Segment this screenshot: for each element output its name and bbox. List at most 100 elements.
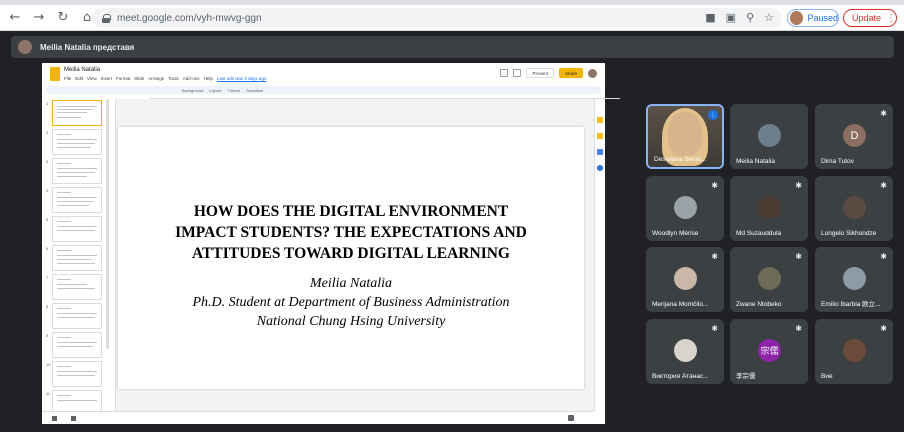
participant-avatar — [758, 267, 781, 290]
participant-tile[interactable]: ✱ Md Suzauddula — [730, 176, 808, 241]
view-controls — [42, 411, 116, 424]
profile-paused-button[interactable]: Paused — [787, 9, 839, 27]
slide-filmstrip: 1 2 3 4 5 6 7 8 9 10 11 — [42, 99, 106, 411]
comment-icon — [500, 69, 509, 77]
filmstrip-scrollbar — [106, 99, 109, 349]
menu-view: View — [87, 76, 97, 81]
address-bar[interactable]: meet.google.com/vyh-mwvg-ggn ■ ▣ ⚲ ☆ — [92, 8, 782, 28]
participant-tile[interactable]: ✱ Woodlyn Mérise — [646, 176, 724, 241]
participant-tile[interactable]: ✱ Merijana Momčilo... — [646, 247, 724, 312]
mic-off-icon: ✱ — [880, 324, 887, 333]
slide-canvas: HOW DOES THE DIGITAL ENVIRONMENT IMPACT … — [116, 99, 594, 411]
filmstrip-view-icon — [71, 415, 76, 421]
slide-author-block: Meilia Natalia Ph.D. Student at Departme… — [118, 274, 584, 331]
presenter-avatar — [18, 40, 32, 54]
participant-tile[interactable]: ✱ Lungelo Sikhondze — [815, 176, 893, 241]
presenting-banner: Meilia Natalia представя — [11, 36, 894, 58]
participant-name: Dima Tutov — [821, 158, 854, 165]
calendar-icon — [597, 149, 603, 155]
participant-tile[interactable]: ✱ Виктория Атанас... — [646, 319, 724, 384]
participant-tile[interactable]: ✱ Emilio Ibarbia 欧立... — [815, 247, 893, 312]
last-edit-link: Last edit was 2 days ago — [216, 76, 267, 81]
author-affiliation: Ph.D. Student at Department of Business … — [192, 295, 510, 310]
back-arrow-icon[interactable]: ← — [6, 9, 24, 27]
meet-icon — [513, 69, 522, 77]
toolbar-theme: Theme — [227, 87, 240, 93]
participant-tile[interactable]: ✱ 宗儒 李宗儒 — [730, 319, 808, 384]
thumbnail-row: 7 — [42, 273, 106, 301]
participant-name: Woodlyn Mérise — [652, 230, 699, 237]
participant-avatar — [674, 196, 697, 219]
slide-thumbnail — [52, 390, 102, 411]
participant-tile[interactable]: ⋮ Desislava Serafi... — [646, 104, 724, 169]
toolbar-transition: Transition — [245, 87, 264, 93]
thumbnail-row: 11 — [42, 389, 106, 411]
menu-tools: Tools — [168, 76, 179, 81]
present-button: Present — [526, 68, 554, 78]
contacts-icon — [597, 165, 603, 171]
menu-addons: Add-ons — [182, 76, 200, 81]
menu-help: Help — [203, 76, 213, 81]
reload-icon[interactable]: ↻ — [54, 9, 72, 27]
participant-avatar — [758, 124, 781, 147]
mic-off-icon: ✱ — [880, 252, 887, 261]
slide-thumbnail — [52, 100, 102, 126]
camera-icon[interactable]: ■ — [705, 11, 715, 24]
zoom-icon[interactable]: ⚲ — [746, 11, 754, 24]
thumbnail-row: 10 — [42, 360, 106, 388]
bookmark-star-icon[interactable]: ☆ — [764, 11, 774, 24]
slide-thumbnail — [52, 129, 102, 155]
thumbnail-row: 2 — [42, 128, 106, 156]
translate-icon[interactable]: ▣ — [726, 11, 736, 24]
participant-tile[interactable]: ✱ Zwane Ntobeko — [730, 247, 808, 312]
forward-arrow-icon[interactable]: → — [30, 9, 48, 27]
slide-thumbnail — [52, 361, 102, 387]
author-university: National Chung Hsing University — [256, 314, 446, 329]
participant-avatar — [843, 196, 866, 219]
side-panel-rail — [594, 99, 605, 411]
toolbar-layout: Layout — [209, 87, 222, 93]
lock-icon[interactable] — [102, 13, 111, 23]
update-button[interactable]: Update ⋮ — [843, 9, 897, 27]
mic-off-icon: ✱ — [711, 324, 718, 333]
author-name: Meilia Natalia — [309, 276, 393, 291]
mic-off-icon: ✱ — [795, 324, 802, 333]
menu-edit: Edit — [75, 76, 84, 81]
participant-name: Zwane Ntobeko — [736, 301, 782, 308]
share-button: Share — [558, 68, 583, 78]
participant-avatar: D — [843, 124, 866, 147]
participant-tile[interactable]: ✱ Вие — [815, 319, 893, 384]
thumbnail-row: 1 — [42, 99, 106, 127]
speaking-indicator-icon: ⋮ — [708, 110, 718, 120]
participant-name: Meilia Natalia — [736, 158, 776, 165]
mic-off-icon: ✱ — [795, 181, 802, 190]
profile-status: Paused — [807, 13, 838, 23]
participant-avatar: 宗儒 — [758, 339, 781, 362]
url-text[interactable]: meet.google.com/vyh-mwvg-ggn — [117, 13, 262, 24]
grid-view-icon — [52, 415, 57, 421]
slide-thumbnail — [52, 245, 102, 271]
menu-slide: Slide — [134, 76, 145, 81]
thumbnail-row: 6 — [42, 244, 106, 272]
participant-name: Вие — [821, 373, 833, 380]
slide-thumbnail — [52, 303, 102, 329]
participant-name: Md Suzauddula — [736, 230, 782, 237]
slides-header: Meilia Natalia File Edit View Insert For… — [42, 63, 605, 86]
presenting-label: Meilia Natalia представя — [40, 42, 135, 52]
participant-tile[interactable]: ✱ D Dima Tutov — [815, 104, 893, 169]
participant-tile[interactable]: Meilia Natalia — [730, 104, 808, 169]
participant-avatar — [843, 267, 866, 290]
mic-off-icon: ✱ — [880, 109, 887, 118]
shared-screen: Meilia Natalia File Edit View Insert For… — [42, 63, 620, 424]
participant-name: 李宗儒 — [736, 373, 756, 380]
toolbar-background: Background — [182, 87, 204, 93]
participant-avatar — [674, 267, 697, 290]
tasks-icon — [597, 133, 603, 139]
thumbnail-row: 5 — [42, 215, 106, 243]
mic-off-icon: ✱ — [711, 252, 718, 261]
slides-logo-icon — [50, 67, 60, 81]
slide-thumbnail — [52, 187, 102, 213]
doc-title: Meilia Natalia — [64, 67, 101, 73]
participant-name: Lungelo Sikhondze — [821, 230, 877, 237]
thumbnail-row: 4 — [42, 186, 106, 214]
